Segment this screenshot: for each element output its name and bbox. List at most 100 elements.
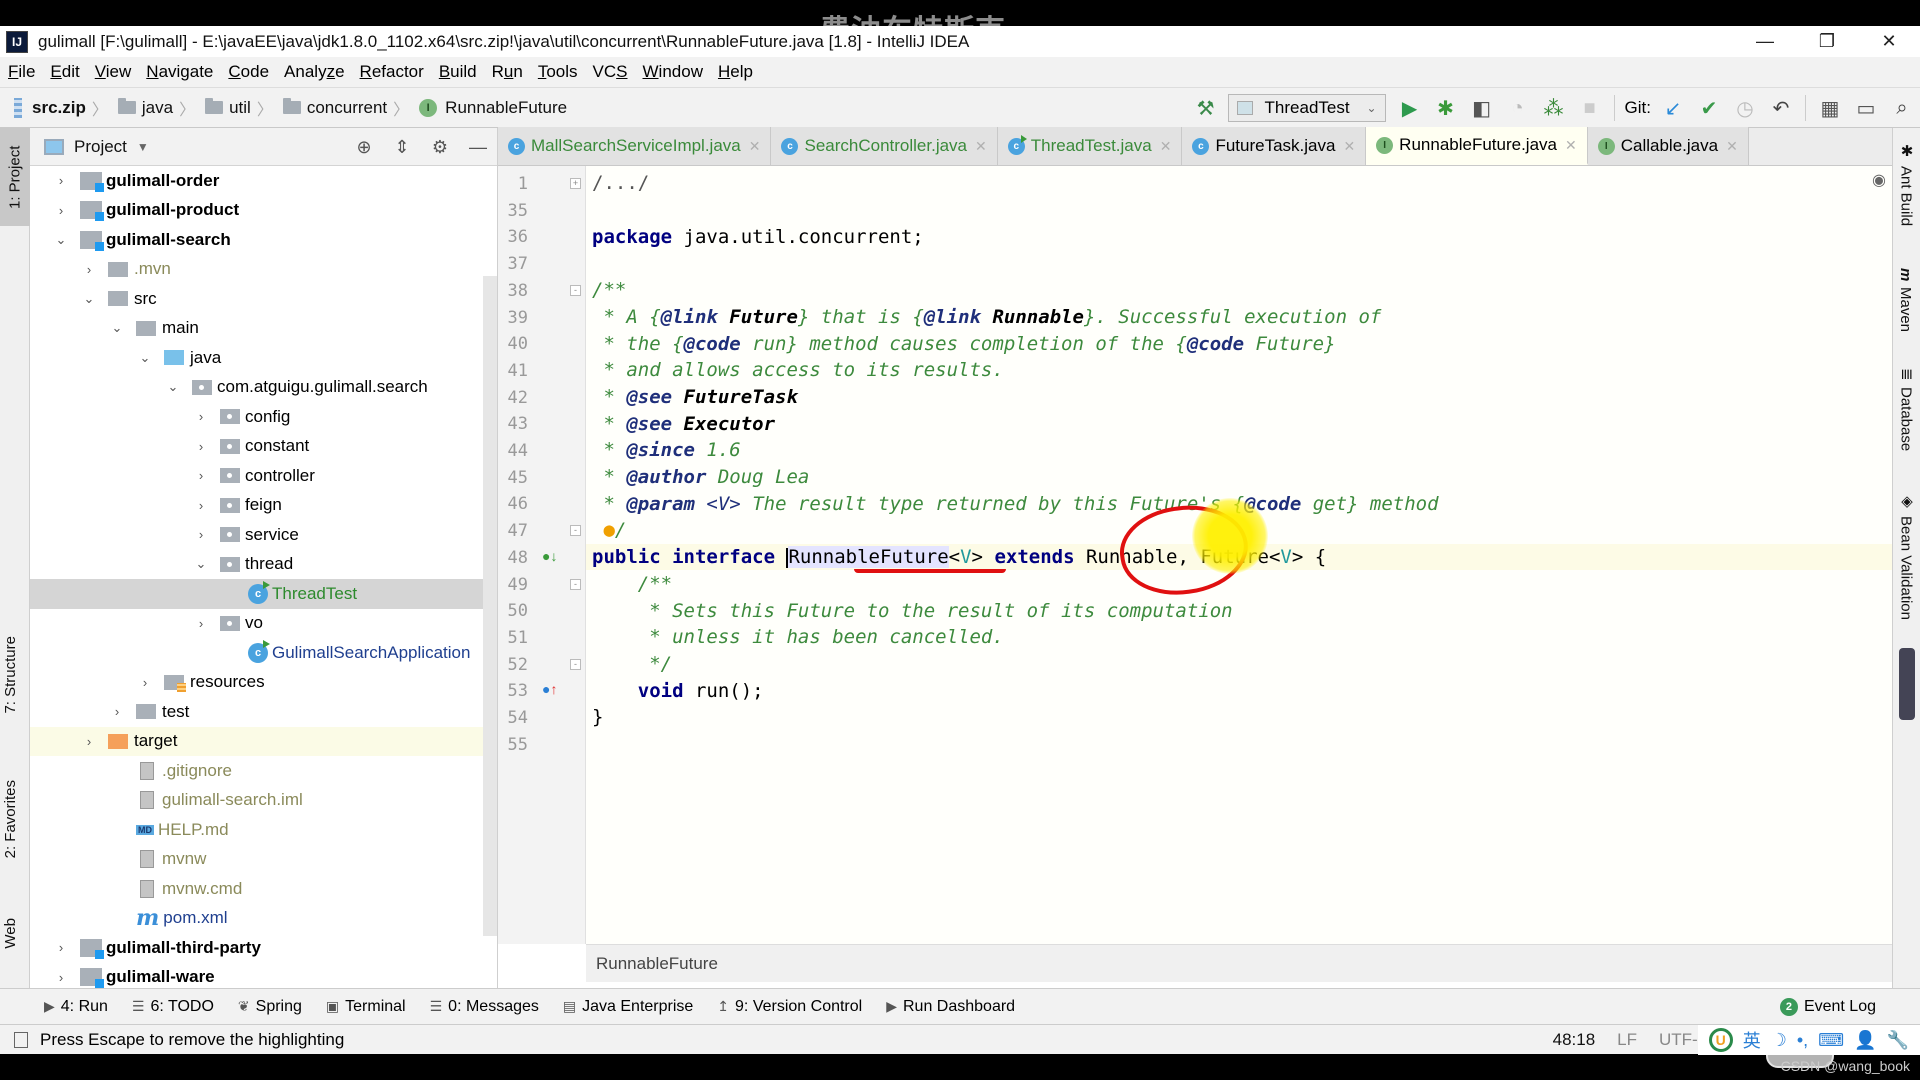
- breadcrumb-src-zip[interactable]: src.zip 〉: [32, 96, 114, 120]
- chevron-right-icon[interactable]: ›: [192, 498, 210, 513]
- editor-tab[interactable]: c FutureTask.java ✕: [1182, 127, 1367, 165]
- implemented-marker-icon[interactable]: ●↓: [542, 548, 557, 564]
- git-history-icon[interactable]: ◷: [1727, 93, 1763, 123]
- tool-tab-web[interactable]: Web: [2, 918, 19, 949]
- chevron-right-icon[interactable]: ›: [192, 616, 210, 631]
- editor-tab[interactable]: c ThreadTest.java ✕: [997, 127, 1183, 165]
- run-icon[interactable]: ▶: [1392, 93, 1428, 123]
- restore-button[interactable]: ❐: [1796, 26, 1858, 57]
- moon-icon[interactable]: ☽: [1771, 1030, 1787, 1051]
- chevron-down-icon[interactable]: ⌄: [52, 232, 70, 248]
- menu-refactor[interactable]: Refactor: [360, 62, 424, 82]
- reader-mode-eye-icon[interactable]: ◉: [1872, 170, 1886, 190]
- tree-item[interactable]: › vo: [30, 609, 497, 639]
- tree-item[interactable]: c ThreadTest: [30, 579, 497, 609]
- file-encoding[interactable]: UTF-: [1659, 1030, 1698, 1050]
- project-structure-icon[interactable]: ▦: [1812, 93, 1848, 123]
- tool-tab-maven[interactable]: m Maven: [1897, 268, 1914, 332]
- chevron-right-icon[interactable]: ›: [192, 468, 210, 483]
- event-log-button[interactable]: 2 Event Log: [1779, 989, 1876, 1025]
- editor-tab[interactable]: c SearchController.java ✕: [771, 127, 998, 165]
- chevron-down-icon[interactable]: ⌄: [136, 350, 154, 366]
- gear-icon[interactable]: ⚙: [421, 137, 459, 158]
- breadcrumb-java[interactable]: java 〉: [117, 96, 201, 120]
- chevron-down-icon[interactable]: ⌄: [164, 379, 182, 395]
- menu-tools[interactable]: Tools: [538, 62, 578, 82]
- tree-item[interactable]: › gulimall-order: [30, 166, 497, 196]
- tool-window-button[interactable]: ▣ Terminal: [326, 998, 406, 1016]
- tree-item[interactable]: › constant: [30, 432, 497, 462]
- close-tab-icon[interactable]: ✕: [1565, 137, 1577, 154]
- status-toggle-icon[interactable]: [14, 1031, 28, 1048]
- close-tab-icon[interactable]: ✕: [1726, 138, 1738, 155]
- tree-item[interactable]: gulimall-search.iml: [30, 786, 497, 816]
- menu-code[interactable]: Code: [228, 62, 269, 82]
- presentation-icon[interactable]: ▭: [1848, 93, 1884, 123]
- tree-item[interactable]: ⌄ thread: [30, 550, 497, 580]
- menu-edit[interactable]: Edit: [50, 62, 79, 82]
- tree-item[interactable]: ⌄ src: [30, 284, 497, 314]
- chevron-down-icon[interactable]: ⌄: [192, 556, 210, 572]
- close-tab-icon[interactable]: ✕: [1343, 138, 1355, 155]
- editor-tab[interactable]: I RunnableFuture.java ✕: [1366, 127, 1588, 165]
- menu-view[interactable]: View: [95, 62, 132, 82]
- chevron-down-icon[interactable]: ⌄: [80, 291, 98, 307]
- chevron-right-icon[interactable]: ›: [192, 409, 210, 424]
- tree-item[interactable]: › controller: [30, 461, 497, 491]
- collapse-all-icon[interactable]: ⇕: [383, 137, 421, 158]
- caret-position[interactable]: 48:18: [1553, 1030, 1596, 1050]
- close-button[interactable]: ✕: [1858, 26, 1920, 57]
- breadcrumb-util[interactable]: util 〉: [205, 96, 279, 120]
- git-commit-icon[interactable]: ✔: [1691, 93, 1727, 123]
- close-tab-icon[interactable]: ✕: [1160, 138, 1172, 155]
- menu-navigate[interactable]: Navigate: [146, 62, 213, 82]
- minimize-button[interactable]: —: [1734, 26, 1796, 57]
- chevron-right-icon[interactable]: ›: [192, 527, 210, 542]
- chevron-right-icon[interactable]: ›: [52, 203, 70, 218]
- tree-item[interactable]: c GulimallSearchApplication: [30, 638, 497, 668]
- tree-item[interactable]: MD HELP.md: [30, 815, 497, 845]
- tree-item[interactable]: › target: [30, 726, 497, 756]
- chevron-right-icon[interactable]: ›: [52, 940, 70, 955]
- chevron-right-icon[interactable]: ›: [52, 970, 70, 985]
- tool-tab-structure[interactable]: 7: Structure: [2, 636, 19, 714]
- tree-item[interactable]: ⌄ main: [30, 314, 497, 344]
- tree-item[interactable]: › gulimall-product: [30, 196, 497, 226]
- run-configuration-select[interactable]: ThreadTest ⌄: [1227, 94, 1386, 122]
- menu-run[interactable]: Run: [492, 62, 523, 82]
- tool-window-button[interactable]: ☰ 0: Messages: [430, 998, 539, 1016]
- editor-tab[interactable]: I Callable.java ✕: [1587, 127, 1749, 165]
- tool-window-button[interactable]: ▤ Java Enterprise: [563, 998, 693, 1016]
- build-hammer-icon[interactable]: ⚒: [1188, 93, 1224, 123]
- wrench-icon[interactable]: 🔧: [1887, 1030, 1909, 1051]
- debug-icon[interactable]: ✱: [1428, 93, 1464, 123]
- tool-window-button[interactable]: ▶ Run Dashboard: [886, 998, 1015, 1016]
- editor-breadcrumb[interactable]: RunnableFuture: [596, 954, 718, 974]
- chevron-right-icon[interactable]: ›: [136, 675, 154, 690]
- tree-item[interactable]: › resources: [30, 668, 497, 698]
- close-tab-icon[interactable]: ✕: [975, 138, 987, 155]
- fold-toggle-icon[interactable]: +: [570, 178, 581, 189]
- tool-tab-project[interactable]: 1: Project: [0, 128, 30, 226]
- tree-item[interactable]: › .mvn: [30, 255, 497, 285]
- chevron-right-icon[interactable]: ›: [80, 734, 98, 749]
- tool-window-button[interactable]: ▶ 4: Run: [44, 998, 108, 1016]
- tool-tab-ant-build[interactable]: ✱ Ant Build: [1897, 142, 1916, 226]
- search-everywhere-icon[interactable]: ⌕: [1884, 93, 1920, 123]
- line-separator[interactable]: LF: [1617, 1030, 1637, 1050]
- tree-item[interactable]: ⌄ gulimall-search: [30, 225, 497, 255]
- tree-item[interactable]: ⌄ com.atguigu.gulimall.search: [30, 373, 497, 403]
- tree-item[interactable]: .gitignore: [30, 756, 497, 786]
- tool-window-button[interactable]: ☰ 6: TODO: [132, 998, 214, 1016]
- user-icon[interactable]: 👤: [1854, 1030, 1876, 1051]
- memory-indicator[interactable]: [1899, 648, 1915, 720]
- tool-window-button[interactable]: ↥ 9: Version Control: [717, 998, 862, 1016]
- tool-tab-bean-validation[interactable]: ◈ Bean Validation: [1897, 492, 1916, 620]
- git-rollback-icon[interactable]: ↶: [1763, 93, 1799, 123]
- menu-vcs[interactable]: VCS: [593, 62, 628, 82]
- menu-help[interactable]: Help: [718, 62, 753, 82]
- tree-item[interactable]: mvnw.cmd: [30, 874, 497, 904]
- attach-debugger-icon[interactable]: ⁂: [1536, 93, 1572, 123]
- menu-build[interactable]: Build: [439, 62, 477, 82]
- tool-tab-database[interactable]: ≣ Database: [1897, 368, 1916, 451]
